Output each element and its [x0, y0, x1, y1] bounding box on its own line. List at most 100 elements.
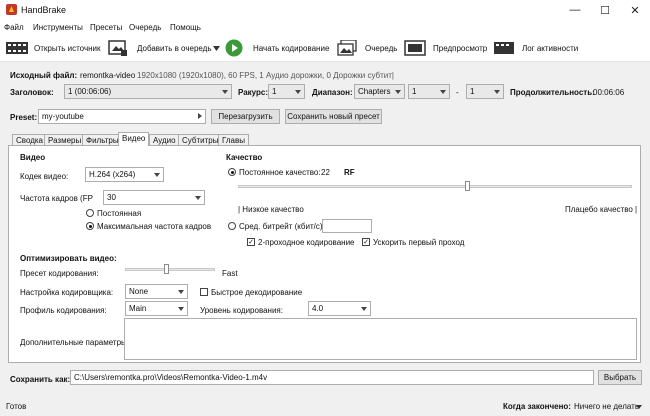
placebo-quality-label: Плацебо качество |: [565, 205, 638, 214]
when-done-select[interactable]: Ничего не делать: [574, 402, 639, 411]
queue-icon: [337, 40, 357, 56]
avg-bitrate-input[interactable]: [322, 219, 372, 233]
range-dash: -: [456, 88, 459, 97]
toolbar: Открыть источник Добавить в очередь Нача…: [0, 35, 650, 62]
preset-label: Preset:: [10, 113, 38, 122]
framerate-label: Частота кадров (FP: [20, 194, 93, 203]
turbo-first-pass-checkbox[interactable]: ✓: [362, 238, 370, 246]
encoder-level-value: 4.0: [312, 304, 324, 313]
framerate-select-value: 30: [107, 193, 116, 202]
title-select-value: 1 (00:06:06): [68, 87, 112, 96]
range-from-select[interactable]: 1: [408, 84, 450, 99]
menu-tools[interactable]: Инструменты: [33, 23, 83, 32]
menu-queue[interactable]: Очередь: [129, 23, 161, 32]
preset-select-value: my-youtube: [42, 112, 84, 121]
open-source-button[interactable]: Открыть источник: [34, 44, 101, 53]
browse-button[interactable]: Выбрать: [598, 370, 642, 385]
encoder-profile-label: Профиль кодирования:: [20, 306, 107, 315]
range-from-value: 1: [412, 87, 417, 96]
tab-video[interactable]: Видео: [118, 132, 150, 146]
film-strip-icon: [6, 42, 28, 54]
chevron-down-icon[interactable]: [636, 405, 642, 409]
status-bar: Готов Когда закончено: Ничего не делать: [0, 397, 650, 416]
two-pass-checkbox[interactable]: ✓: [247, 238, 255, 246]
range-type-value: Chapters: [358, 87, 391, 96]
encoder-profile-value: Main: [129, 304, 147, 313]
constant-framerate-radio[interactable]: [86, 209, 94, 217]
add-to-queue-icon: [108, 40, 127, 56]
encoder-preset-slider[interactable]: [125, 268, 215, 271]
status-text: Готов: [6, 402, 27, 411]
duration-value: 00:06:06: [593, 88, 625, 97]
fast-decode-label: Быстрое декодирование: [211, 288, 303, 297]
preview-icon: [404, 40, 426, 56]
encoder-tune-value: None: [129, 287, 149, 296]
chevron-right-icon: [198, 113, 202, 119]
extra-options-label: Дополнительные параметры:: [20, 338, 129, 347]
encoder-profile-select[interactable]: Main: [125, 301, 188, 316]
save-new-preset-button[interactable]: Сохранить новый пресет: [285, 109, 382, 124]
activity-log-icon: [494, 42, 514, 54]
preview-button[interactable]: Предпросмотр: [433, 44, 487, 53]
encoder-level-select[interactable]: 4.0: [308, 301, 371, 316]
menu-bar: Файл Инструменты Пресеты Очередь Помощь: [0, 20, 650, 35]
minimize-button[interactable]: —: [560, 0, 590, 20]
chevron-down-icon[interactable]: [213, 46, 220, 51]
source-info: 1920x1080 (1920x1080), 60 FPS, 1 Аудио д…: [137, 71, 394, 80]
source-name: remontka-video: [80, 71, 136, 80]
range-label: Диапазон:: [312, 88, 353, 97]
peak-framerate-radio[interactable]: [86, 222, 94, 230]
framerate-select[interactable]: 30: [103, 190, 205, 205]
angle-select[interactable]: 1: [268, 84, 305, 99]
encoder-preset-slider-thumb[interactable]: [163, 264, 169, 274]
encoder-tune-label: Настройка кодировщика:: [20, 288, 114, 297]
title-label: Заголовок:: [10, 88, 54, 97]
turbo-first-pass-label: Ускорить первый проход: [373, 238, 465, 247]
handbrake-logo-icon: [6, 4, 17, 15]
window-title: HandBrake: [21, 5, 67, 15]
quality-slider-thumb[interactable]: [464, 181, 470, 191]
destination-path-input[interactable]: C:\Users\remontka.pro\Videos\Remontka-Vi…: [70, 370, 594, 385]
video-section-title: Видео: [20, 153, 46, 162]
queue-button[interactable]: Очередь: [365, 44, 397, 53]
two-pass-label: 2-проходное кодирование: [258, 238, 355, 247]
codec-select[interactable]: H.264 (x264): [85, 167, 164, 182]
when-done-label: Когда закончено:: [503, 402, 571, 411]
range-to-select[interactable]: 1: [466, 84, 504, 99]
range-to-value: 1: [470, 87, 475, 96]
codec-select-value: H.264 (x264): [89, 170, 136, 179]
encoder-level-label: Уровень кодирования:: [200, 306, 283, 315]
close-button[interactable]: ✕: [620, 0, 650, 20]
encoder-preset-label: Пресет кодирования:: [20, 269, 99, 278]
avg-bitrate-label: Сред. битрейт (кбит/с):: [239, 222, 325, 231]
maximize-button[interactable]: ☐: [590, 0, 620, 20]
menu-help[interactable]: Помощь: [170, 23, 201, 32]
extra-options-input[interactable]: [124, 318, 637, 360]
angle-label: Ракурс:: [238, 88, 269, 97]
encoder-tune-select[interactable]: None: [125, 284, 188, 299]
duration-label: Продолжительность:: [510, 88, 595, 97]
reload-preset-button[interactable]: Перезагрузить: [211, 109, 280, 124]
range-type-select[interactable]: Chapters: [354, 84, 405, 99]
low-quality-label: | Низкое качество: [238, 205, 304, 214]
peak-framerate-label: Максимальная частота кадров: [97, 222, 212, 231]
save-as-label: Сохранить как:: [10, 375, 71, 384]
constant-quality-radio[interactable]: [228, 168, 236, 176]
preset-select[interactable]: my-youtube: [38, 109, 206, 124]
title-select[interactable]: 1 (00:06:06): [64, 84, 232, 99]
codec-label: Кодек видео:: [20, 172, 69, 181]
title-bar: HandBrake — ☐ ✕: [0, 0, 650, 20]
menu-file[interactable]: Файл: [4, 23, 24, 32]
add-to-queue-button[interactable]: Добавить в очередь: [137, 44, 212, 53]
fast-decode-checkbox[interactable]: [200, 288, 208, 296]
encoder-preset-value: Fast: [222, 269, 238, 278]
angle-select-value: 1: [272, 87, 277, 96]
activity-log-button[interactable]: Лог активности: [522, 44, 578, 53]
quality-slider[interactable]: [238, 185, 632, 188]
optimise-section-title: Оптимизировать видео:: [20, 254, 117, 263]
menu-presets[interactable]: Пресеты: [90, 23, 122, 32]
rf-label: RF: [344, 168, 355, 177]
constant-framerate-label: Постоянная: [97, 209, 142, 218]
avg-bitrate-radio[interactable]: [228, 222, 236, 230]
start-encode-button[interactable]: Начать кодирование: [253, 44, 329, 53]
